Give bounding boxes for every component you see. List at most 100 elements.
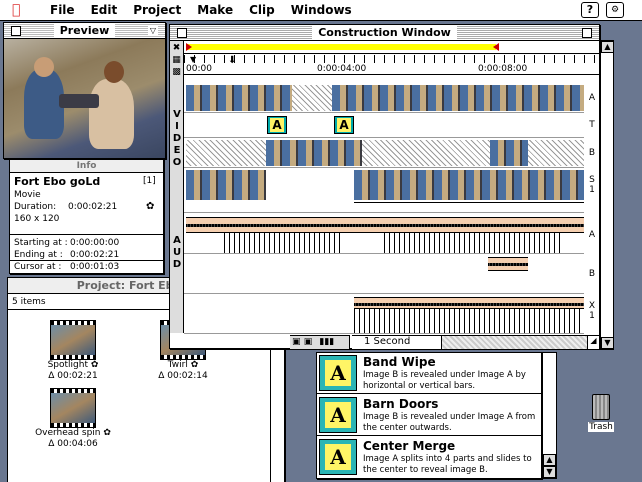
superimpose-track-s1[interactable] <box>184 168 584 213</box>
preview-window: Preview ▽ <box>3 22 166 159</box>
clip-duration: Δ 00:02:14 <box>158 371 208 381</box>
transitions-palette: A Band Wipe Image B is revealed under Im… <box>316 352 542 479</box>
close-box-icon[interactable] <box>11 26 21 36</box>
video-clip[interactable] <box>266 140 362 166</box>
menu-windows[interactable]: Windows <box>291 3 352 17</box>
construction-vertical-scrollbar[interactable]: ▲ ▼ <box>600 40 614 350</box>
info-divider <box>10 234 163 235</box>
barn-doors-icon: A <box>319 397 357 433</box>
application-menu-icon[interactable]: ⚙ <box>606 2 624 18</box>
audio-markers <box>354 309 584 333</box>
clip-name: Twirl <box>167 360 188 370</box>
video-clip[interactable] <box>354 170 584 200</box>
audio-track-x1[interactable] <box>184 294 584 334</box>
split-tool-icon[interactable]: ✖ <box>170 43 183 53</box>
audio-clip[interactable] <box>354 297 584 309</box>
work-area-end-marker[interactable] <box>493 43 499 51</box>
transition-band-wipe-icon[interactable]: A <box>267 116 287 134</box>
transition-item-band-wipe[interactable]: A Band Wipe Image B is revealed under Im… <box>317 353 541 394</box>
horizontal-scrollbar[interactable] <box>442 335 587 349</box>
clip-item-spotlight[interactable]: Spotlight ✿ Δ 00:02:21 <box>38 320 108 382</box>
audio-clip[interactable] <box>186 217 584 233</box>
time-label-4s: 0:00:04:00 <box>317 64 367 74</box>
video-clip[interactable] <box>186 170 266 200</box>
time-unit-selector[interactable]: 1 Second <box>352 335 442 349</box>
scroll-down-arrow-icon[interactable]: ▼ <box>543 466 556 478</box>
scroll-up-arrow-icon[interactable]: ▲ <box>543 454 556 466</box>
transition-item-barn-doors[interactable]: A Barn Doors Image B is revealed under I… <box>317 395 541 436</box>
audio-section-label: AUD <box>172 235 182 270</box>
opacity-rubberband[interactable] <box>354 202 584 203</box>
info-clip-type: Movie <box>14 190 41 200</box>
track-format-icon[interactable]: ▣ <box>292 337 301 347</box>
preview-title: Preview <box>53 24 116 37</box>
video-clip[interactable] <box>186 85 292 111</box>
menu-file[interactable]: File <box>50 3 75 17</box>
help-menu-icon[interactable]: ? <box>581 2 599 18</box>
clip-name: Overhead spin <box>35 428 101 438</box>
trash-desktop-icon[interactable]: Trash <box>588 394 614 432</box>
time-unit-label: 1 Second <box>364 336 411 347</box>
scroll-down-arrow-icon[interactable]: ▼ <box>601 337 614 349</box>
timeline-ruler[interactable]: ▼ ⬇ 00:00 0:00:04:00 0:00:08:00 <box>184 55 599 75</box>
video-track-b[interactable] <box>184 138 584 168</box>
select-tool-icon[interactable]: ▦ <box>170 55 183 65</box>
audio-markers <box>224 233 344 253</box>
transition-description: Image B is revealed under Image A by hor… <box>363 370 526 391</box>
work-area-bar[interactable] <box>186 44 496 50</box>
collapse-triangle-icon[interactable]: ▽ <box>148 26 158 36</box>
info-starting-label: Starting at : <box>14 238 68 248</box>
menu-project[interactable]: Project <box>133 3 181 17</box>
info-clip-index: [1] <box>143 176 156 186</box>
audio-track-a[interactable] <box>184 214 584 254</box>
track-format-icon[interactable]: ▣ <box>304 337 313 347</box>
track-label-a: A <box>588 93 596 103</box>
timeline-ticks <box>184 55 599 63</box>
empty-gap <box>292 85 332 111</box>
info-duration-value: 0:00:02:21 <box>68 202 118 212</box>
band-wipe-icon: A <box>319 355 357 391</box>
info-clip-name: Fort Ebo goLd <box>14 175 101 188</box>
track-label-audio-a: A <box>588 230 596 240</box>
menu-make[interactable]: Make <box>197 3 233 17</box>
preview-title-bar[interactable]: Preview ▽ <box>4 23 165 39</box>
info-divider <box>10 260 163 261</box>
info-ending-value: 0:00:02:21 <box>70 250 120 260</box>
track-label-x1: X 1 <box>588 301 596 321</box>
range-tool-icon[interactable]: ▩ <box>170 67 183 77</box>
info-title-bar[interactable]: Info <box>10 160 163 173</box>
tool-strip: ✖ ▦ ▩ <box>170 41 184 333</box>
transition-band-wipe-icon[interactable]: A <box>334 116 354 134</box>
audio-track-b[interactable] <box>184 254 584 294</box>
transitions-scrollbar[interactable]: ▲ ▼ <box>542 352 557 479</box>
trash-label: Trash <box>588 422 614 432</box>
color-wheel-icon: ✿ <box>190 360 199 370</box>
resize-box-icon[interactable]: ◢ <box>587 335 599 349</box>
construction-title-bar[interactable]: Construction Window <box>170 25 599 41</box>
transition-item-center-merge[interactable]: A Center Merge Image A splits into 4 par… <box>317 437 541 478</box>
zoom-slider-icon[interactable]: ▮▮▮ <box>319 337 334 347</box>
video-clip[interactable] <box>332 85 584 111</box>
track-label-b: B <box>588 148 596 158</box>
track-label-t: T <box>589 120 595 130</box>
transition-name: Center Merge <box>363 439 456 453</box>
zoom-box-icon[interactable] <box>582 28 592 38</box>
video-track-a[interactable] <box>184 83 584 113</box>
video-clip[interactable] <box>490 140 528 166</box>
video-section-label: VIDEO <box>172 109 182 168</box>
audio-clip[interactable] <box>488 257 528 271</box>
work-area-ruler[interactable] <box>184 41 599 54</box>
menu-bar:  File Edit Project Make Clip Windows ? … <box>0 0 642 21</box>
menu-edit[interactable]: Edit <box>91 3 118 17</box>
empty-gap <box>186 140 266 166</box>
close-box-icon[interactable] <box>177 28 187 38</box>
clip-item-overhead-spin[interactable]: Overhead spin ✿ Δ 00:04:06 <box>28 388 118 450</box>
menu-clip[interactable]: Clip <box>249 3 275 17</box>
info-ending-label: Ending at : <box>14 250 63 260</box>
color-wheel-icon: ✿ <box>90 360 99 370</box>
scroll-up-arrow-icon[interactable]: ▲ <box>601 41 614 53</box>
apple-menu-icon[interactable]:  <box>12 2 34 18</box>
empty-gap <box>528 140 584 166</box>
transition-track[interactable]: A A <box>184 113 584 138</box>
work-area-start-marker[interactable] <box>186 43 192 51</box>
